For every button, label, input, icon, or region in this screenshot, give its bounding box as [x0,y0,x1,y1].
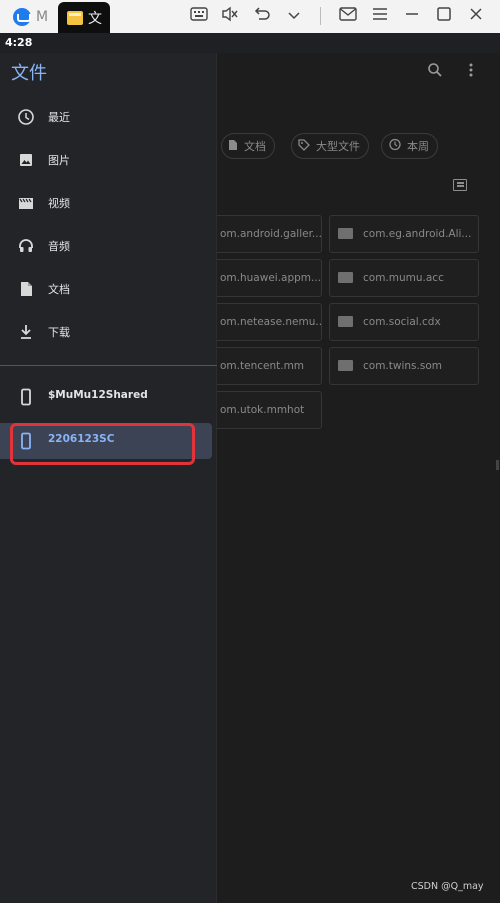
mute-icon[interactable] [220,6,240,26]
list-view-icon[interactable] [453,179,467,191]
nav-item-videos[interactable]: 视频 [0,185,212,221]
tab-label: M [36,9,49,25]
folder-item[interactable]: com.mumu.acc [329,259,479,297]
folder-name: com.mumu.acc [363,272,444,284]
mail-icon[interactable] [338,6,358,26]
folder-item[interactable]: om.android.galler... [211,215,322,253]
nav-item-downloads[interactable]: 下载 [0,314,212,350]
keyboard-icon[interactable] [189,6,209,26]
history-icon [388,138,401,154]
folder-name: om.android.galler... [220,228,322,240]
files-main-content: 文档 大型文件 本周 om.android.galler... com.eg.a… [211,53,500,903]
tab-label: 文 [88,10,102,27]
mumu-logo-icon [13,8,31,26]
nav-label: 图片 [48,154,70,167]
chip-documents[interactable]: 文档 [221,133,275,159]
folder-name: om.huawei.appm... [220,272,322,284]
nav-label: 视频 [48,197,70,210]
folder-name: om.tencent.mm [220,360,305,372]
undo-icon[interactable] [252,6,272,26]
folder-icon [338,315,353,327]
nav-item-device-mumu-shared[interactable]: $MuMu12Shared [0,379,212,415]
chip-label: 大型文件 [316,140,360,153]
folder-name: om.utok.mmhot [220,404,305,416]
drawer-divider [0,365,217,366]
nav-label: $MuMu12Shared [48,389,148,401]
phone-icon [17,388,35,406]
nav-item-audio[interactable]: 音频 [0,228,212,264]
chip-label: 本周 [407,140,429,153]
folder-name: com.twins.som [363,360,442,372]
nav-label: 文档 [48,283,70,296]
nav-item-documents[interactable]: 文档 [0,271,212,307]
status-time: 4:28 [5,36,33,49]
folder-icon [338,359,353,371]
nav-label: 音频 [48,240,70,253]
nav-item-images[interactable]: 图片 [0,142,212,178]
watermark: CSDN @Q_may [411,881,484,892]
tab-files[interactable]: 文 [58,2,110,33]
drawer-title: 文件 [11,63,47,84]
toolbar-divider [320,7,321,25]
folder-item[interactable]: om.tencent.mm [211,347,322,385]
android-status-bar: 4:28 [0,33,500,53]
folder-item[interactable]: com.eg.android.Ali... [329,215,479,253]
minimize-icon[interactable] [402,6,422,26]
menu-icon[interactable] [370,6,390,26]
more-options-icon[interactable] [459,61,483,85]
nav-item-recent[interactable]: 最近 [0,99,212,135]
chevron-down-icon[interactable] [284,6,304,26]
emulator-window: M 文 4:28 文档 大型文件 本周 om.android.galler...… [0,0,500,903]
document-icon [17,280,35,298]
folder-app-icon [67,10,83,25]
folder-name: om.netease.nemu... [220,316,322,328]
folder-item[interactable]: om.netease.nemu... [211,303,322,341]
video-icon [17,194,35,212]
tab-mumu[interactable]: M [8,3,56,31]
folder-icon [338,271,353,283]
close-icon[interactable] [466,6,486,26]
headphones-icon [17,237,35,255]
folder-name: com.social.cdx [363,316,441,328]
clock-icon [17,108,35,126]
folder-item[interactable]: om.huawei.appm... [211,259,322,297]
chip-label: 文档 [244,140,266,153]
maximize-icon[interactable] [434,6,454,26]
nav-label: 最近 [48,111,70,124]
nav-label: 下载 [48,326,70,339]
search-icon[interactable] [423,61,447,85]
folder-icon [338,227,353,239]
folder-item[interactable]: com.social.cdx [329,303,479,341]
chip-large-files[interactable]: 大型文件 [291,133,369,159]
navigation-drawer: 文件 最近 图片 视频 音频 文档 下载 $MuMu12Shared 22061… [0,53,217,903]
download-icon [17,323,35,341]
annotation-highlight-box [10,423,195,465]
chip-this-week[interactable]: 本周 [381,133,438,159]
tag-icon [298,138,310,154]
image-icon [17,151,35,169]
document-icon [228,139,238,154]
folder-item[interactable]: com.twins.som [329,347,479,385]
scroll-indicator [496,460,499,470]
folder-item[interactable]: om.utok.mmhot [211,391,322,429]
folder-name: com.eg.android.Ali... [363,228,472,240]
window-titlebar: M 文 [0,0,500,33]
